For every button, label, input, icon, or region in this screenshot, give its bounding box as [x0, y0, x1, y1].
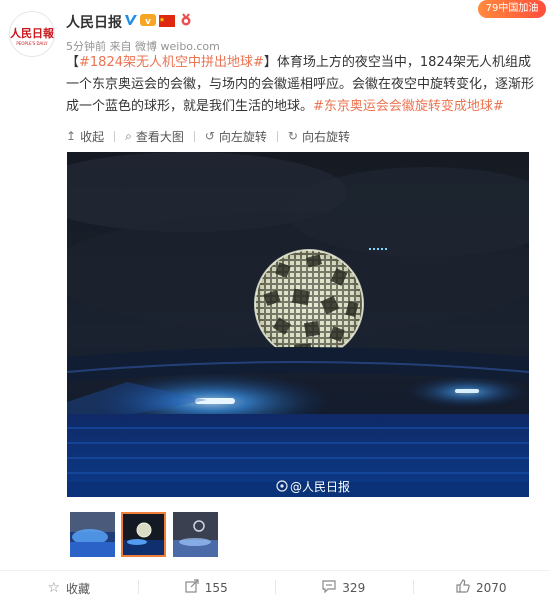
collapse-button[interactable]: ↥ 收起 [66, 125, 114, 147]
verified-icon [124, 12, 138, 28]
svg-text:人民日報: 人民日報 [10, 26, 54, 40]
post-content: 【#1824架无人机空中拼出地球#】体育场上方的夜空当中，1824架无人机组成一… [66, 52, 534, 118]
image-toolbar: ↥ 收起 ⌕ 查看大图 ↺ 向左旋转 ↻ 向右旋转 [66, 125, 360, 147]
vip-icon: v [140, 12, 156, 28]
thumbnail-3[interactable] [173, 512, 218, 557]
divider [194, 131, 195, 142]
zoom-icon: ⌕ [125, 129, 132, 144]
bracket-close: 】 [264, 55, 277, 70]
rotate-left-label: 向左旋转 [219, 128, 267, 145]
favorite-label: 收藏 [66, 580, 90, 597]
thumbnail-2-selected[interactable] [121, 512, 166, 557]
avatar[interactable]: 人民日報 PEOPLE'S DAILY [9, 11, 55, 57]
divider [114, 131, 115, 142]
rotate-left-icon: ↺ [205, 129, 215, 143]
thumbs-up-icon [456, 579, 470, 597]
repost-icon [185, 579, 199, 597]
bracket-open: 【 [66, 55, 79, 70]
rotate-left-button[interactable]: ↺ 向左旋转 [205, 125, 277, 147]
star-icon: ☆ [47, 580, 60, 596]
collapse-label: 收起 [80, 128, 104, 145]
like-count: 2070 [476, 581, 507, 595]
rotate-right-icon: ↻ [288, 129, 298, 143]
view-large-button[interactable]: ⌕ 查看大图 [125, 125, 194, 147]
hashtag-link[interactable]: #东京奥运会会徽旋转变成地球# [313, 99, 504, 114]
topic-link[interactable]: #1824架无人机空中拼出地球# [79, 55, 264, 70]
repost-button[interactable]: 155 [138, 571, 276, 605]
comment-icon [322, 579, 336, 597]
svg-text:v: v [145, 17, 151, 27]
china-flag-icon [159, 12, 175, 28]
main-photo[interactable]: @人民日报 [67, 152, 529, 497]
svg-text:PEOPLE'S DAILY: PEOPLE'S DAILY [16, 41, 48, 46]
divider [277, 131, 278, 142]
image-watermark: @人民日报 [290, 479, 350, 494]
rotate-right-label: 向右旋转 [302, 128, 350, 145]
comment-count: 329 [342, 581, 365, 595]
author-name[interactable]: 人民日报 [66, 12, 122, 32]
medal-icon [179, 12, 193, 28]
repost-count: 155 [205, 581, 228, 595]
thumbnail-1[interactable] [70, 512, 115, 557]
favorite-button[interactable]: ☆ 收藏 [0, 571, 138, 605]
view-large-label: 查看大图 [136, 128, 184, 145]
action-bar: ☆ 收藏 155 329 2070 [0, 570, 550, 605]
rotate-right-button[interactable]: ↻ 向右旋转 [288, 125, 360, 147]
like-button[interactable]: 2070 [413, 571, 550, 605]
collapse-icon: ↥ [66, 129, 76, 143]
comment-button[interactable]: 329 [275, 571, 413, 605]
promo-badge[interactable]: 79中国加油 [478, 0, 546, 18]
